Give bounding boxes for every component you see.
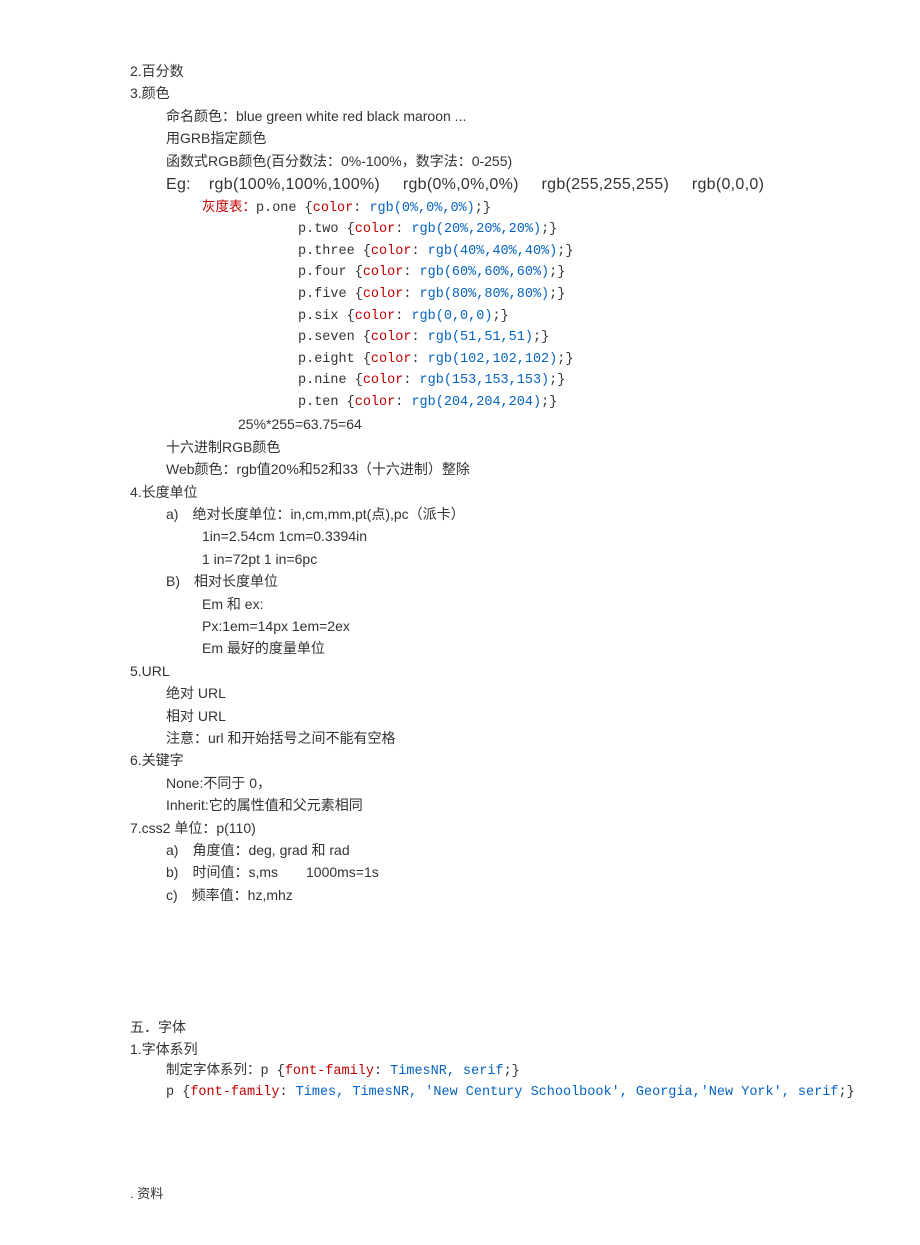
font-rule-2: p {font-family: Times, TimesNR, 'New Cen…	[130, 1082, 860, 1104]
font-rule-1-sel: p	[261, 1064, 269, 1079]
gray-sel-0: p.one	[256, 201, 297, 216]
gray-val-8: rgb(153,153,153)	[420, 373, 550, 388]
grb-line: 用GRB指定颜色	[130, 127, 860, 149]
gray-sel-9: p.ten	[298, 395, 339, 410]
gray-val-7: rgb(102,102,102)	[428, 352, 558, 367]
s6-line2: Inherit:它的属性值和父元素相同	[130, 794, 860, 816]
gray-prop-4: color	[363, 287, 404, 302]
gray-val-2: rgb(40%,40%,40%)	[428, 244, 558, 259]
gray-val-6: rgb(51,51,51)	[428, 330, 533, 345]
gray-sel-1: p.two	[298, 222, 339, 237]
s4-a-label: a) 绝对长度单位：in,cm,mm,pt(点),pc（派卡）	[130, 503, 860, 525]
func-rgb-line: 函数式RGB颜色(百分数法：0%-100%，数字法：0-255)	[130, 150, 860, 172]
gray-val-3: rgb(60%,60%,60%)	[420, 265, 550, 280]
hex-rgb-line: 十六进制RGB颜色	[130, 436, 860, 458]
gray-prop-0: color	[313, 201, 354, 216]
section-5-title: 5.URL	[130, 660, 860, 682]
s4-b-label: B) 相对长度单位	[130, 570, 860, 592]
section-6-title: 6.关键字	[130, 749, 860, 771]
gray-row-9: p.ten {color: rgb(204,204,204);}	[130, 392, 860, 414]
s4-a-line1: 1in=2.54cm 1cm=0.3394in	[130, 525, 860, 547]
section-3-title: 3.颜色	[130, 82, 860, 104]
s7-c: c) 频率值：hz,mhz	[130, 884, 860, 906]
s4-b-line1: Em 和 ex:	[130, 593, 860, 615]
gray-sel-3: p.four	[298, 265, 347, 280]
section-4-title: 4.长度单位	[130, 481, 860, 503]
font-rule-2-sel: p	[166, 1085, 174, 1100]
s4-a-line2: 1 in=72pt 1 in=6pc	[130, 548, 860, 570]
gray-sel-4: p.five	[298, 287, 347, 302]
s5-line3: 注意：url 和开始括号之间不能有空格	[130, 727, 860, 749]
eg-prefix: Eg:	[166, 176, 191, 193]
eg-item-2: rgb(255,255,255)	[542, 176, 670, 193]
s4-b-line3: Em 最好的度量单位	[130, 637, 860, 659]
gray-sel-2: p.three	[298, 244, 355, 259]
gray-row-5: p.six {color: rgb(0,0,0);}	[130, 306, 860, 328]
gray-val-5: rgb(0,0,0)	[411, 309, 492, 324]
gray-row-3: p.four {color: rgb(60%,60%,60%);}	[130, 262, 860, 284]
gray-val-0: rgb(0%,0%,0%)	[369, 201, 474, 216]
s6-line1: None:不同于 0，	[130, 772, 860, 794]
gray-prop-8: color	[363, 373, 404, 388]
eg-item-1: rgb(0%,0%,0%)	[403, 176, 519, 193]
s5-line1: 绝对 URL	[130, 682, 860, 704]
gray-sel-7: p.eight	[298, 352, 355, 367]
section-font-sub1: 1.字体系列	[130, 1038, 860, 1060]
gray-row-4: p.five {color: rgb(80%,80%,80%);}	[130, 284, 860, 306]
gray-label: 灰度表：	[202, 201, 256, 216]
eg-item-0: rgb(100%,100%,100%)	[209, 176, 380, 193]
font-rule-2-prop: font-family	[190, 1085, 279, 1100]
gray-calc: 25%*255=63.75=64	[130, 413, 860, 435]
section-7-title: 7.css2 单位：p(110)	[130, 817, 860, 839]
gray-prop-7: color	[371, 352, 412, 367]
gray-prop-5: color	[355, 309, 396, 324]
font-rule-1: 制定字体系列：p {font-family: TimesNR, serif;}	[130, 1061, 860, 1083]
gray-val-4: rgb(80%,80%,80%)	[420, 287, 550, 302]
gray-row-7: p.eight {color: rgb(102,102,102);}	[130, 349, 860, 371]
gray-prop-1: color	[355, 222, 396, 237]
gray-sel-5: p.six	[298, 309, 339, 324]
section-2-title: 2.百分数	[130, 60, 860, 82]
page-footer: . 资料	[130, 1184, 860, 1205]
gray-row-8: p.nine {color: rgb(153,153,153);}	[130, 370, 860, 392]
gray-row-2: p.three {color: rgb(40%,40%,40%);}	[130, 241, 860, 263]
eg-item-3: rgb(0,0,0)	[692, 176, 764, 193]
eg-line: Eg: rgb(100%,100%,100%) rgb(0%,0%,0%) rgb…	[130, 172, 860, 198]
gray-row-6: p.seven {color: rgb(51,51,51);}	[130, 327, 860, 349]
s7-a: a) 角度值：deg, grad 和 rad	[130, 839, 860, 861]
font-rule-2-val: Times, TimesNR, 'New Century Schoolbook'…	[296, 1085, 839, 1100]
gray-prop-3: color	[363, 265, 404, 280]
named-colors-line: 命名颜色：blue green white red black maroon .…	[130, 105, 860, 127]
s4-b-line2: Px:1em=14px 1em=2ex	[130, 615, 860, 637]
gray-row-0: 灰度表：p.one {color: rgb(0%,0%,0%);}	[130, 198, 860, 220]
gray-sel-6: p.seven	[298, 330, 355, 345]
s7-b: b) 时间值：s,ms 1000ms=1s	[130, 861, 860, 883]
gray-val-9: rgb(204,204,204)	[411, 395, 541, 410]
font-rule-1-prop: font-family	[285, 1064, 374, 1079]
gray-sel-8: p.nine	[298, 373, 347, 388]
font-rule-1-prefix: 制定字体系列：	[166, 1064, 261, 1079]
web-color-line: Web颜色：rgb值20%和52和33（十六进制）整除	[130, 458, 860, 480]
font-rule-1-val: TimesNR, serif	[390, 1064, 503, 1079]
gray-val-1: rgb(20%,20%,20%)	[411, 222, 541, 237]
gray-prop-9: color	[355, 395, 396, 410]
gray-row-1: p.two {color: rgb(20%,20%,20%);}	[130, 219, 860, 241]
gray-prop-6: color	[371, 330, 412, 345]
gray-prop-2: color	[371, 244, 412, 259]
section-font-heading: 五．字体	[130, 1016, 860, 1038]
s5-line2: 相对 URL	[130, 705, 860, 727]
